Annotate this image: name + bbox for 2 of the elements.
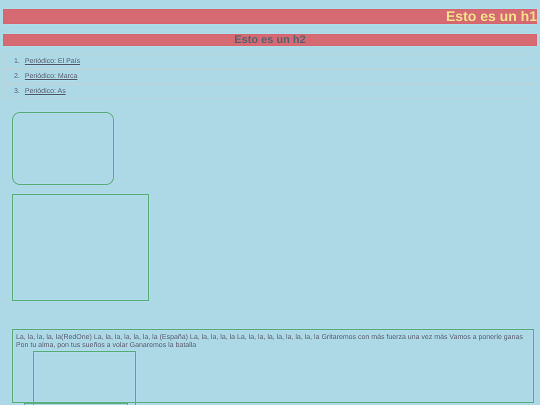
page-heading: Esto es un h1	[3, 9, 537, 24]
section-heading: Esto es un h2	[3, 34, 537, 46]
